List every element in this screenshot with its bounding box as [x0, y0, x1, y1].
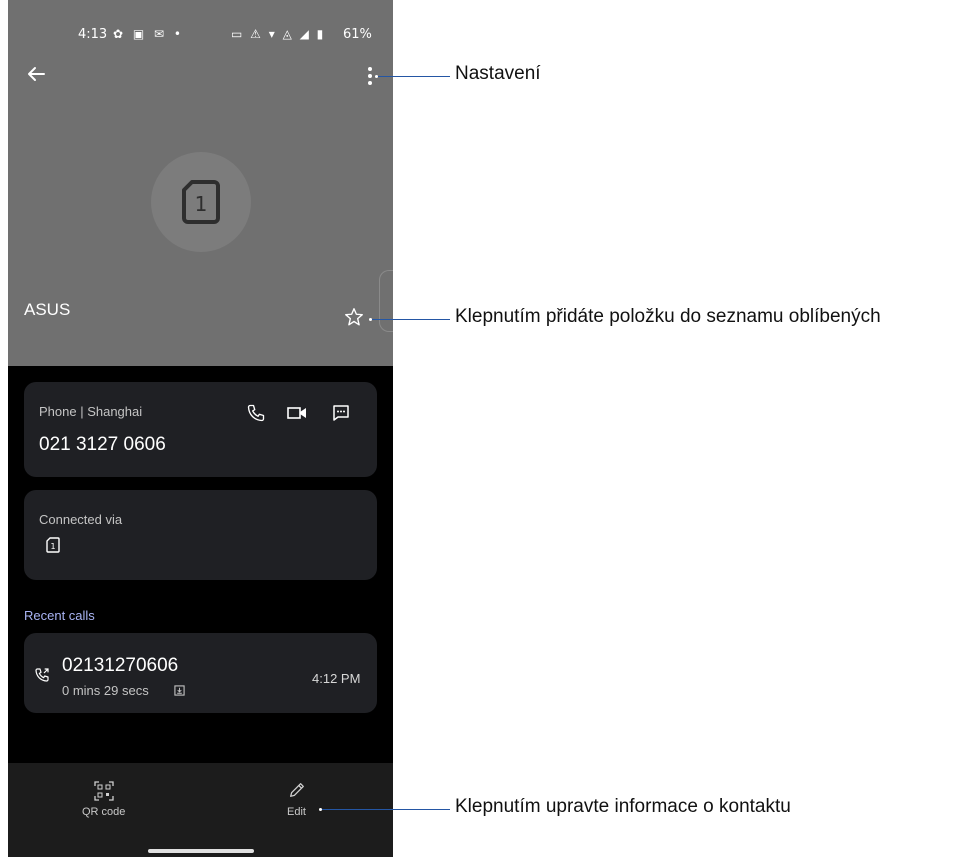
recent-call-item[interactable]: 02131270606 0 mins 29 secs 4:12 PM [24, 633, 377, 713]
recent-call-time: 4:12 PM [312, 671, 361, 686]
connected-via-label: Connected via [39, 512, 123, 527]
side-tab [379, 270, 393, 332]
phone-number[interactable]: 021 3127 0606 [39, 434, 166, 456]
settings-callout-text: Nastavení [455, 63, 541, 84]
favorite-callout-line [372, 319, 450, 320]
edit-label: Edit [287, 806, 306, 818]
phone-card[interactable]: Phone | Shanghai 021 3127 0606 [24, 382, 377, 477]
favorite-callout-text: Klepnutím přidáte položku do seznamu obl… [455, 306, 881, 327]
sim-card-icon: 1 [182, 180, 220, 224]
bottom-action-bar: QR code Edit [8, 763, 393, 857]
home-indicator[interactable] [148, 849, 254, 853]
settings-callout-line [378, 76, 450, 77]
recent-calls-heading: Recent calls [24, 608, 95, 623]
edit-button[interactable]: Edit [278, 777, 318, 825]
qr-code-button[interactable]: QR code [72, 777, 136, 825]
phone-type-label: Phone | Shanghai [39, 404, 143, 419]
sim-slot-number: 1 [50, 542, 55, 551]
notification-icons: ✿ ▣ ✉ • [113, 27, 184, 41]
contact-avatar: 1 [151, 152, 251, 252]
message-icon[interactable] [331, 403, 351, 423]
back-arrow-icon[interactable] [24, 62, 48, 86]
recording-icon [174, 685, 185, 696]
contact-header: 4:13 ✿ ▣ ✉ • ▭ ⚠ ▾ ◬ ◢ ▮ 61% 1 ASUS [8, 0, 393, 366]
edit-callout-text: Klepnutím upravte informace o kontaktu [455, 796, 791, 817]
video-call-icon[interactable] [286, 404, 308, 422]
sim-1-icon: 1 [46, 537, 60, 553]
edit-callout-line [322, 809, 450, 810]
recent-call-number: 02131270606 [62, 655, 179, 676]
edit-pencil-icon [290, 783, 304, 797]
status-time: 4:13 [78, 27, 108, 42]
outgoing-call-icon [35, 668, 49, 682]
qr-code-icon [94, 781, 114, 801]
qr-code-label: QR code [82, 806, 126, 818]
connected-via-card: Connected via 1 [24, 490, 377, 580]
battery-level: 61% [343, 27, 372, 42]
recent-call-duration: 0 mins 29 secs [62, 683, 149, 698]
phone-screen: 4:13 ✿ ▣ ✉ • ▭ ⚠ ▾ ◬ ◢ ▮ 61% 1 ASUS Phon… [8, 0, 393, 857]
system-status-icons: ▭ ⚠ ▾ ◬ ◢ ▮ [231, 27, 326, 41]
call-icon[interactable] [246, 403, 266, 423]
contact-name: ASUS [24, 300, 71, 319]
favorite-star-icon[interactable] [343, 306, 365, 328]
svg-text:1: 1 [195, 192, 208, 216]
status-bar: 4:13 ✿ ▣ ✉ • ▭ ⚠ ▾ ◬ ◢ ▮ 61% [8, 24, 393, 46]
